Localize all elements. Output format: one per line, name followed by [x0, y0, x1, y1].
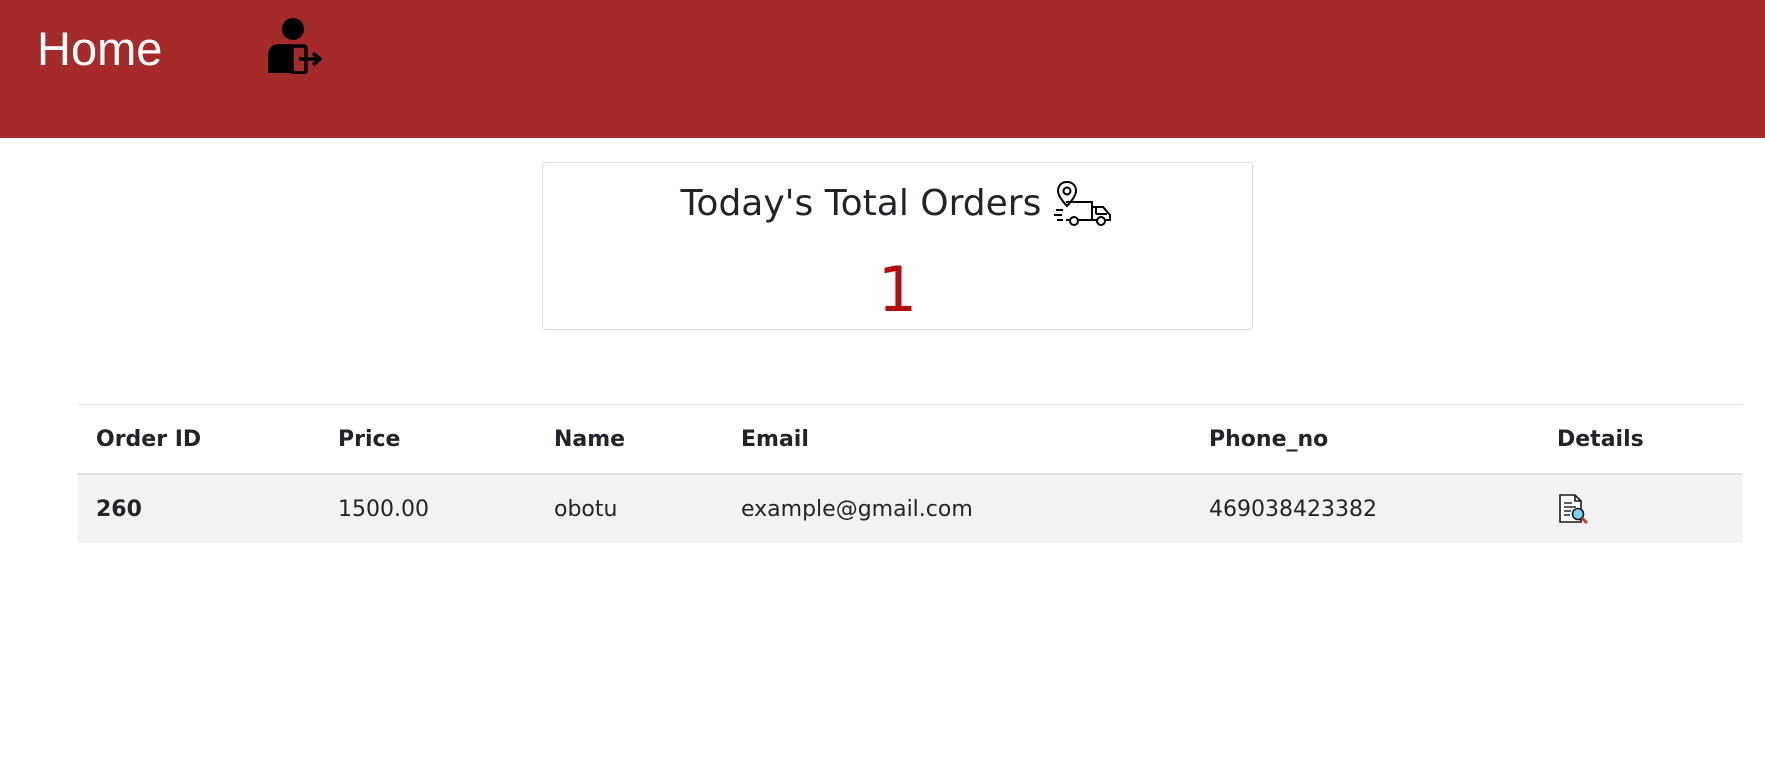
- column-header-email: Email: [741, 426, 809, 452]
- column-header-details: Details: [1557, 426, 1644, 452]
- total-orders-card: Today's Total Orders 1: [542, 162, 1253, 330]
- cell-email: example@gmail.com: [723, 474, 1191, 543]
- cell-order-id: 260: [78, 474, 320, 543]
- orders-table-container: Order ID Price Name Email Phone_no Detai…: [78, 404, 1743, 543]
- orders-table: Order ID Price Name Email Phone_no Detai…: [78, 404, 1743, 543]
- cell-price: 1500.00: [320, 474, 536, 543]
- delivery-truck-icon: [1054, 180, 1114, 228]
- top-header: Home: [0, 0, 1765, 138]
- column-header-price: Price: [338, 426, 401, 452]
- column-header-phone: Phone_no: [1209, 426, 1329, 452]
- cell-details: [1539, 474, 1743, 543]
- card-title-row: Today's Total Orders: [543, 179, 1252, 239]
- document-search-icon[interactable]: [1557, 494, 1589, 525]
- table-row: 260 1500.00 obotu example@gmail.com 4690…: [78, 474, 1743, 543]
- home-link[interactable]: Home: [37, 20, 162, 78]
- total-orders-count: 1: [877, 253, 918, 326]
- table-header-row: Order ID Price Name Email Phone_no Detai…: [78, 404, 1743, 474]
- cell-name: obotu: [536, 474, 723, 543]
- cell-phone: 469038423382: [1191, 474, 1539, 543]
- column-header-order-id: Order ID: [96, 426, 202, 452]
- column-header-name: Name: [554, 426, 626, 452]
- card-title: Today's Total Orders: [680, 183, 1042, 224]
- user-logout-icon[interactable]: [266, 16, 324, 75]
